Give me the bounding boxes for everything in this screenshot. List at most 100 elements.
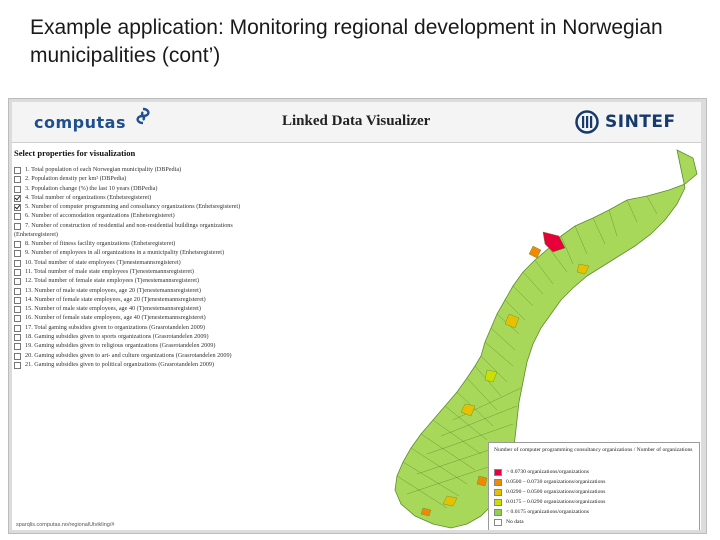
legend-list: > 0.0730 organizations/organizations 0.05…	[494, 467, 605, 527]
app-header: computas Linked Data Visualizer SINTEF	[12, 102, 701, 143]
property-item[interactable]: 12. Total number of female state employe…	[12, 277, 312, 286]
property-checkbox[interactable]	[14, 241, 21, 249]
property-item[interactable]: 14. Number of female state employees, ag…	[12, 296, 312, 305]
property-item[interactable]: 21. Gaming subsidies given to political …	[12, 361, 312, 370]
property-checkbox[interactable]	[14, 352, 21, 360]
property-item[interactable]: 7. Number of construction of residential…	[12, 222, 312, 231]
properties-list: 1. Total population of each Norwegian mu…	[12, 166, 312, 370]
legend-item: > 0.0730 organizations/organizations	[494, 467, 605, 477]
property-item[interactable]: 18. Gaming subsidies given to sports org…	[12, 333, 312, 342]
computas-logo-text: computas	[34, 113, 126, 132]
property-item[interactable]: 9. Number of employees in all organizati…	[12, 249, 312, 258]
property-label: 13. Number of male state employees, age …	[25, 286, 201, 294]
property-item[interactable]: 5. Number of computer programming and co…	[12, 203, 312, 212]
property-checkbox[interactable]	[14, 204, 21, 212]
sintef-logo-text: SINTEF	[605, 112, 676, 132]
property-checkbox[interactable]	[14, 176, 21, 184]
property-item[interactable]: 3. Population change (%) the last 10 yea…	[12, 185, 312, 194]
property-checkbox[interactable]	[14, 315, 21, 323]
legend-swatch	[494, 518, 502, 526]
property-item[interactable]: 1. Total population of each Norwegian mu…	[12, 166, 312, 175]
property-label: 1. Total population of each Norwegian mu…	[25, 166, 182, 173]
status-url: sparqlis.computas.no/regionalUtvikling/#	[16, 522, 115, 528]
property-checkbox[interactable]	[14, 259, 21, 267]
property-item[interactable]: 19. Gaming subsidies given to religious …	[12, 342, 312, 351]
property-label: 6. Number of accomodation organizations …	[25, 212, 175, 220]
property-label-continuation: (Enhetsregisteret)	[14, 231, 58, 239]
legend-title: Number of computer programming consultan…	[494, 447, 693, 453]
property-label: 21. Gaming subsidies given to political …	[25, 360, 215, 368]
property-label: 20. Gaming subsidies given to art- and c…	[25, 351, 232, 359]
property-checkbox[interactable]	[14, 167, 21, 174]
property-label: 9. Number of employees in all organizati…	[25, 249, 225, 257]
legend-item: 0.0500 – 0.0730 organizations/organizati…	[494, 477, 605, 487]
map-legend: Number of computer programming consultan…	[488, 442, 700, 530]
property-label: 17. Total gaming subsidies given to orga…	[25, 323, 205, 331]
property-item[interactable]: 4. Total number of organizations (Enhets…	[12, 194, 312, 203]
property-checkbox[interactable]	[14, 185, 21, 193]
legend-label: No data	[506, 519, 524, 525]
legend-swatch	[494, 508, 502, 516]
legend-label: < 0.0175 organizations/organizations	[506, 509, 589, 515]
property-checkbox[interactable]	[14, 278, 21, 286]
property-checkbox[interactable]	[14, 343, 21, 351]
property-label: 12. Total number of female state employe…	[25, 277, 200, 285]
legend-item: 0.0290 – 0.0500 organizations/organizati…	[494, 487, 605, 497]
property-item[interactable]: 11. Total number of male state employees…	[12, 268, 312, 277]
municipality-category-2[interactable]	[476, 475, 488, 487]
computas-logo: computas	[34, 107, 150, 137]
legend-label: 0.0290 – 0.0500 organizations/organizati…	[506, 489, 606, 495]
property-label: 11. Total number of male state employees…	[25, 267, 194, 275]
property-checkbox[interactable]	[14, 194, 21, 202]
legend-item: < 0.0175 organizations/organizations	[494, 507, 605, 517]
property-checkbox[interactable]	[14, 222, 21, 230]
property-item[interactable]: 2. Population density per km² (DBPedia)	[12, 175, 312, 184]
property-label: 14. Number of female state employees, ag…	[25, 295, 206, 303]
property-checkbox[interactable]	[14, 296, 21, 304]
linked-data-visualizer-app: computas Linked Data Visualizer SINTEF S…	[12, 102, 701, 530]
legend-item: No data	[494, 517, 605, 527]
property-item[interactable]: 10. Total number of state employees (Tje…	[12, 259, 312, 268]
property-label: 16. Number of female state employees, ag…	[25, 314, 206, 322]
property-checkbox[interactable]	[14, 361, 21, 369]
property-checkbox[interactable]	[14, 324, 21, 332]
property-label: 10. Total number of state employees (Tje…	[25, 258, 181, 266]
property-label: 19. Gaming subsidies given to religious …	[25, 342, 216, 350]
computas-swirl-icon	[136, 107, 150, 125]
property-item[interactable]: 13. Number of male state employees, age …	[12, 287, 312, 296]
property-checkbox[interactable]	[14, 250, 21, 258]
property-item[interactable]: 20. Gaming subsidies given to art- and c…	[12, 352, 312, 361]
legend-item: 0.0175 – 0.0290 organizations/organizati…	[494, 497, 605, 507]
property-label: 15. Number of male state employees, age …	[25, 305, 201, 313]
property-checkbox[interactable]	[14, 306, 21, 314]
property-item[interactable]: 6. Number of accomodation organizations …	[12, 212, 312, 221]
slide-title: Example application: Monitoring regional…	[30, 16, 663, 67]
property-item[interactable]: 15. Number of male state employees, age …	[12, 305, 312, 314]
properties-panel: Select properties for visualization 1. T…	[12, 146, 312, 369]
property-item[interactable]: 17. Total gaming subsidies given to orga…	[12, 324, 312, 333]
app-screenshot-frame: computas Linked Data Visualizer SINTEF S…	[8, 98, 707, 534]
property-item[interactable]: 16. Number of female state employees, ag…	[12, 314, 312, 323]
property-label: 8. Number of fitness facility organizati…	[25, 240, 176, 248]
property-checkbox[interactable]	[14, 213, 21, 221]
app-title: Linked Data Visualizer	[282, 113, 431, 129]
properties-heading: Select properties for visualization	[14, 148, 136, 158]
property-label: 7. Number of construction of residential…	[25, 221, 233, 229]
property-label: 18. Gaming subsidies given to sports org…	[25, 333, 209, 341]
property-label: 2. Population density per km² (DBPedia)	[25, 175, 127, 183]
municipality-highest-category[interactable]	[542, 231, 566, 253]
property-checkbox[interactable]	[14, 287, 21, 295]
property-label: 3. Population change (%) the last 10 yea…	[25, 184, 158, 192]
legend-swatch	[494, 478, 502, 486]
property-item[interactable]: 8. Number of fitness facility organizati…	[12, 240, 312, 249]
legend-swatch	[494, 498, 502, 506]
legend-label: 0.0175 – 0.0290 organizations/organizati…	[506, 499, 606, 505]
property-label: 5. Number of computer programming and co…	[25, 203, 241, 211]
property-checkbox[interactable]	[14, 334, 21, 342]
legend-label: > 0.0730 organizations/organizations	[506, 469, 589, 475]
legend-swatch	[494, 468, 502, 476]
legend-swatch	[494, 488, 502, 496]
property-checkbox[interactable]	[14, 268, 21, 276]
sintef-emblem-icon	[575, 110, 599, 134]
property-label: 4. Total number of organizations (Enhets…	[25, 193, 152, 201]
